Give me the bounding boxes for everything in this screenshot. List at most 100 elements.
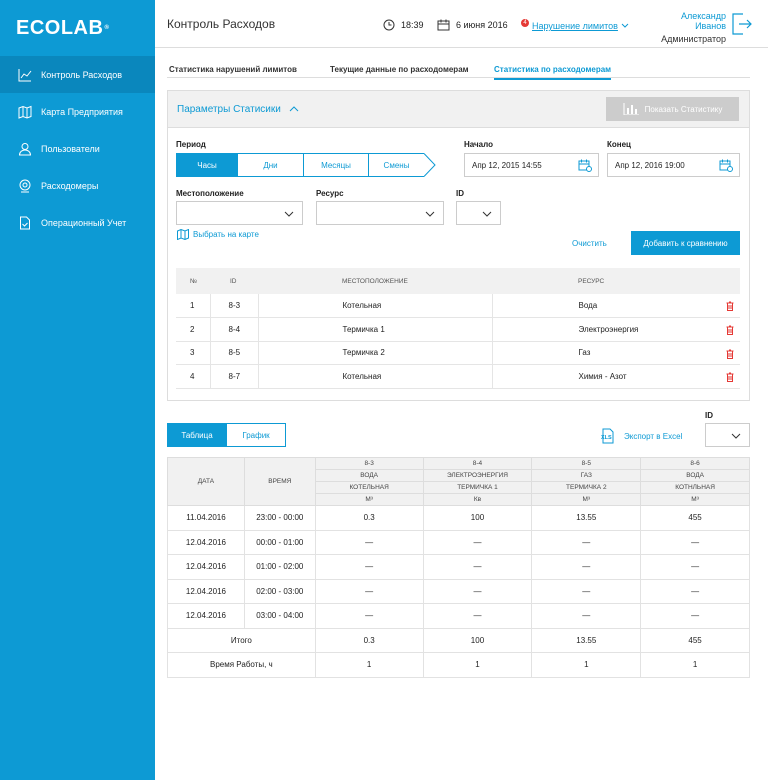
excel-xls-icon: XLS <box>601 428 614 444</box>
row-id: 8-4 <box>209 317 258 342</box>
trash-icon[interactable] <box>726 325 734 335</box>
sidebar-item-meters[interactable]: Расходомеры <box>0 167 155 204</box>
calendar-icon <box>437 19 450 31</box>
add-to-compare-button[interactable]: Добавить к сравнению <box>631 231 740 255</box>
total-value: 0.3 <box>314 627 424 653</box>
period-shifts[interactable]: Смены <box>369 153 424 177</box>
sidebar-item-label: Пользователи <box>41 143 100 154</box>
total-value: 13.55 <box>531 627 642 653</box>
calendar-icon[interactable] <box>719 159 733 172</box>
meter-icon <box>19 179 31 192</box>
user-role: Администратор <box>661 34 726 44</box>
export-excel-label: Экспорт в Excel <box>624 431 683 441</box>
user-info[interactable]: Александр Иванов Администратор <box>648 11 726 44</box>
view-chart-button[interactable]: График <box>227 423 286 447</box>
result-id-select[interactable] <box>705 423 750 447</box>
date-text: 6 июня 2016 <box>456 20 508 30</box>
id-label: ID <box>456 189 464 198</box>
col-resource: РЕСУРС <box>492 268 740 294</box>
trash-icon[interactable] <box>726 301 734 311</box>
row-id: 8-7 <box>209 364 258 389</box>
consumption-data-table: ДАТА ВРЕМЯ 8-3 8-4 8-5 8-6 ВОДА ЭЛЕКТРОЭ… <box>167 457 750 678</box>
clear-link[interactable]: Очистить <box>572 239 607 248</box>
trash-icon[interactable] <box>726 349 734 359</box>
row-time: 01:00 - 02:00 <box>243 554 316 580</box>
export-excel-button[interactable]: XLS Экспорт в Excel <box>600 428 682 444</box>
row-time: 02:00 - 03:00 <box>243 578 316 604</box>
params-toggle[interactable]: Параметры Статисики <box>177 104 299 115</box>
sidebar-item-operational-accounting[interactable]: Операционный Учет <box>0 204 155 241</box>
tab-current-data[interactable]: Текущие данные по расходомерам <box>330 65 469 74</box>
row-location: Котельная <box>257 294 492 318</box>
row-time: 23:00 - 00:00 <box>243 505 316 531</box>
col-location: МЕСТОПОЛОЖЕНИЕ <box>258 268 492 294</box>
end-label: Конец <box>607 140 631 149</box>
meter-location: ТЕРМИЧКА 2 <box>531 481 642 494</box>
sidebar: ECOLAB ® Контроль Расходов Карта Предприя… <box>0 0 155 780</box>
result-id-label: ID <box>705 411 713 420</box>
row-value: — <box>531 578 642 604</box>
calendar-icon[interactable] <box>578 159 592 172</box>
resource-select[interactable] <box>316 201 444 225</box>
work-time-label: Время Работы, ч <box>167 652 316 678</box>
limit-violation-dropdown[interactable]: 4 Нарушение лимитов <box>521 19 629 33</box>
tab-limit-violations[interactable]: Статистика нарушений лимитов <box>169 65 297 74</box>
period-months[interactable]: Месяцы <box>304 153 369 177</box>
table-row: 12.04.2016 03:00 - 04:00 — — — — <box>167 603 750 629</box>
alert-label: Нарушение лимитов <box>532 21 618 31</box>
select-on-map-label: Выбрать на карте <box>193 230 259 239</box>
sidebar-item-users[interactable]: Пользователи <box>0 130 155 167</box>
sidebar-item-label: Операционный Учет <box>41 217 127 228</box>
location-select[interactable] <box>176 201 303 225</box>
meter-id: 8-3 <box>314 457 424 470</box>
row-location: Котельная <box>257 364 492 389</box>
period-days[interactable]: Дни <box>238 153 304 177</box>
show-statistics-button[interactable]: Показать Статистику <box>606 97 739 121</box>
total-row: Итого 0.3 100 13.55 455 <box>167 627 750 653</box>
logout-button[interactable] <box>732 13 752 37</box>
row-resource-text: Газ <box>578 348 591 358</box>
start-label: Начало <box>464 140 493 149</box>
row-number: 4 <box>176 364 210 389</box>
row-location: Термичка 1 <box>257 317 492 342</box>
tab-meter-stats[interactable]: Статистика по расходомерам <box>494 65 612 80</box>
table-row: 1 8-3 Котельная Вода <box>176 294 740 318</box>
meter-id: 8-6 <box>640 457 750 470</box>
row-value: — <box>314 554 424 580</box>
svg-text:XLS: XLS <box>601 435 612 441</box>
work-time-row: Время Работы, ч 1 1 1 1 <box>167 652 750 678</box>
row-resource: Газ <box>491 341 740 365</box>
comparison-header-row: № ID МЕСТОПОЛОЖЕНИЕ РЕСУРС <box>176 268 740 294</box>
chevron-down-icon <box>621 23 629 28</box>
clock-icon <box>383 19 395 31</box>
row-resource: Электроэнергия <box>491 317 740 342</box>
params-title: Параметры Статисики <box>177 104 281 115</box>
row-time: 00:00 - 01:00 <box>243 529 316 555</box>
sidebar-item-enterprise-map[interactable]: Карта Предприятия <box>0 93 155 130</box>
col-time: ВРЕМЯ <box>243 457 316 506</box>
row-number: 1 <box>176 294 210 318</box>
show-statistics-label: Показать Статистику <box>644 104 723 114</box>
end-date-field[interactable]: Апр 12, 2016 19:00 <box>607 153 740 177</box>
chart-line-icon <box>18 68 32 81</box>
meter-location: КОТЕЛЬНАЯ <box>314 481 424 494</box>
current-time: 18:39 <box>383 19 424 31</box>
row-id: 8-3 <box>209 294 258 318</box>
row-value: — <box>422 554 533 580</box>
row-value: — <box>422 529 533 555</box>
sidebar-item-consumption-control[interactable]: Контроль Расходов <box>0 56 155 93</box>
start-date-field[interactable]: Апр 12, 2015 14:55 <box>464 153 599 177</box>
page-title: Контроль Расходов <box>167 17 276 31</box>
select-on-map-link[interactable]: Выбрать на карте <box>177 229 259 240</box>
bar-chart-icon <box>623 103 639 115</box>
meter-resource: ВОДА <box>314 469 424 482</box>
period-hours[interactable]: Часы <box>176 153 238 177</box>
chevron-down-icon <box>482 211 492 217</box>
sidebar-item-label: Контроль Расходов <box>41 69 123 80</box>
id-select[interactable] <box>456 201 501 225</box>
current-date: 6 июня 2016 <box>437 19 508 31</box>
trash-icon[interactable] <box>726 372 734 382</box>
table-row: 2 8-4 Термичка 1 Электроэнергия <box>176 317 740 342</box>
ecolab-logo[interactable]: ECOLAB ® <box>0 0 155 56</box>
view-table-button[interactable]: Таблица <box>167 423 227 447</box>
